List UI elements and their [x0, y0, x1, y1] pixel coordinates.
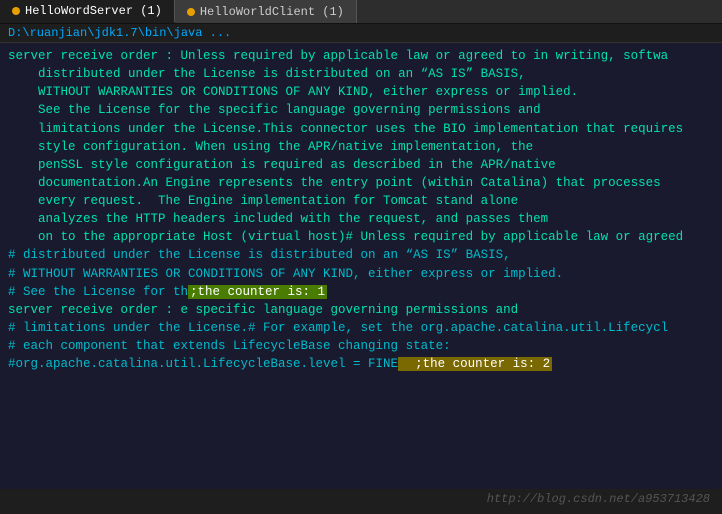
tab-helloworldclient[interactable]: HelloWorldClient (1)	[175, 0, 357, 23]
watermark: http://blog.csdn.net/a953713428	[487, 492, 710, 506]
path-text: D:\ruanjian\jdk1.7\bin\java ...	[8, 26, 231, 40]
tab-label-server: HelloWordServer (1)	[25, 4, 162, 18]
path-bar: D:\ruanjian\jdk1.7\bin\java ...	[0, 24, 722, 43]
tab-icon-server	[12, 7, 20, 15]
tab-icon-client	[187, 8, 195, 16]
console-output: server receive order : Unless required b…	[0, 43, 722, 489]
tab-label-client: HelloWorldClient (1)	[200, 5, 344, 19]
title-bar: HelloWordServer (1) HelloWorldClient (1)	[0, 0, 722, 24]
tab-hellowordserver[interactable]: HelloWordServer (1)	[0, 0, 175, 23]
